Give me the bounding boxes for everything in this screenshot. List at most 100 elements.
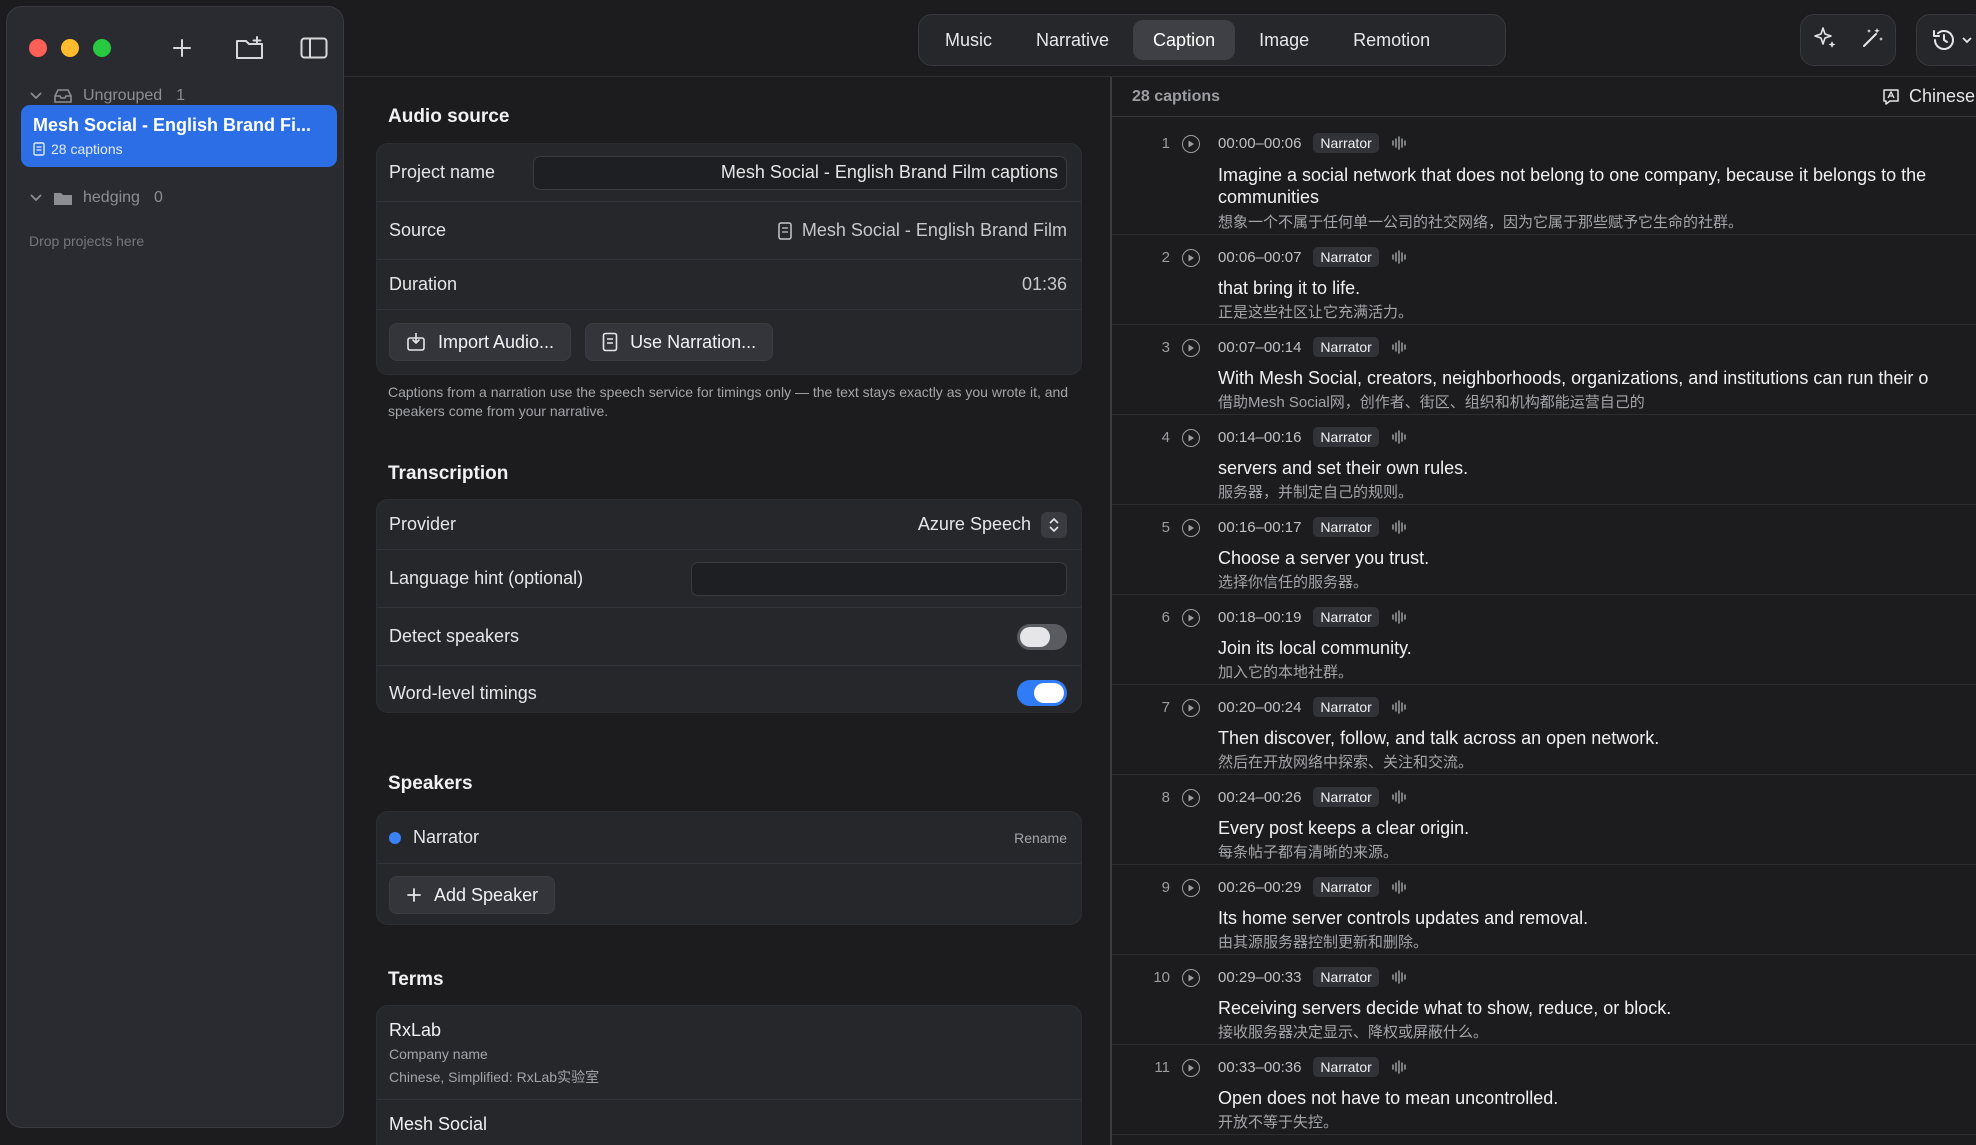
- add-speaker-button[interactable]: Add Speaker: [389, 876, 556, 914]
- caption-translation[interactable]: 然后在开放网络中探索、关注和交流。: [1218, 751, 1473, 772]
- use-narration-button[interactable]: Use Narration...: [585, 323, 774, 361]
- caption-text[interactable]: Choose a server you trust.: [1218, 547, 1429, 569]
- caption-translation[interactable]: 想象一个不属于任何单一公司的社交网络，因为它属于那些赋予它生命的社群。: [1218, 211, 1743, 232]
- caption-translation[interactable]: 正是这些社区让它充满活力。: [1218, 301, 1413, 322]
- magic-wand-button[interactable]: [1859, 25, 1885, 56]
- provider-select[interactable]: Azure Speech: [918, 511, 1067, 538]
- speaker-badge[interactable]: Narrator: [1313, 427, 1379, 447]
- play-caption-button[interactable]: [1182, 789, 1200, 807]
- caption-row[interactable]: 7 00:20–00:24 Narrator Then discover, follo…: [1112, 685, 1976, 775]
- speaker-badge[interactable]: Narrator: [1313, 1057, 1379, 1077]
- tab-image[interactable]: Image: [1239, 20, 1329, 60]
- tab-caption[interactable]: Caption: [1133, 20, 1236, 60]
- caption-translation[interactable]: 选择你信任的服务器。: [1218, 571, 1368, 592]
- caption-text[interactable]: Join its local community.: [1218, 637, 1412, 659]
- waveform-icon[interactable]: [1391, 430, 1407, 444]
- speaker-badge[interactable]: Narrator: [1313, 967, 1379, 987]
- play-caption-button[interactable]: [1182, 429, 1200, 447]
- caption-row[interactable]: 6 00:18–00:19 Narrator Join its local commu…: [1112, 595, 1976, 685]
- term-item[interactable]: RxLab Company name Chinese, Simplified: …: [377, 1006, 1081, 1100]
- caption-text[interactable]: communities: [1218, 186, 1319, 208]
- waveform-icon[interactable]: [1391, 520, 1407, 534]
- caption-translation[interactable]: 服务器，并制定自己的规则。: [1218, 481, 1413, 502]
- source-value[interactable]: Mesh Social - English Brand Film: [778, 220, 1067, 241]
- waveform-icon[interactable]: [1391, 340, 1407, 354]
- project-item-mesh-social[interactable]: Mesh Social - English Brand Fi... 28 cap…: [21, 105, 337, 167]
- speaker-badge[interactable]: Narrator: [1313, 787, 1379, 807]
- tab-music[interactable]: Music: [925, 20, 1012, 60]
- term-item[interactable]: Mesh Social: [377, 1100, 1081, 1145]
- caption-translation[interactable]: 借助Mesh Social网，创作者、街区、组织和机构都能运营自己的: [1218, 391, 1645, 412]
- waveform-icon[interactable]: [1391, 970, 1407, 984]
- language-hint-input[interactable]: [691, 561, 1067, 596]
- caption-time: 00:07–00:14: [1218, 338, 1302, 356]
- speaker-badge[interactable]: Narrator: [1313, 607, 1379, 627]
- caption-text[interactable]: Its home server controls updates and rem…: [1218, 907, 1588, 929]
- term-translation: Chinese, Simplified: RxLab实验室: [389, 1069, 600, 1085]
- caption-row[interactable]: 8 00:24–00:26 Narrator Every post keeps a c…: [1112, 775, 1976, 865]
- zoom-window-button[interactable]: [93, 39, 111, 57]
- caption-row[interactable]: 5 00:16–00:17 Narrator Choose a server you …: [1112, 505, 1976, 595]
- sparkles-button[interactable]: [1812, 25, 1838, 56]
- speaker-badge[interactable]: Narrator: [1313, 247, 1379, 267]
- tab-narrative[interactable]: Narrative: [1016, 20, 1129, 60]
- history-menu-button[interactable]: [1916, 14, 1976, 66]
- tab-remotion[interactable]: Remotion: [1333, 20, 1450, 60]
- caption-row[interactable]: 1 00:00–00:06 Narrator Imagine a social …: [1112, 121, 1976, 235]
- provider-stepper[interactable]: [1041, 511, 1067, 538]
- speaker-badge[interactable]: Narrator: [1313, 517, 1379, 537]
- play-caption-button[interactable]: [1182, 699, 1200, 717]
- waveform-icon[interactable]: [1391, 136, 1407, 150]
- caption-text[interactable]: Imagine a social network that does not b…: [1218, 164, 1926, 186]
- waveform-icon[interactable]: [1391, 700, 1407, 714]
- speaker-badge[interactable]: Narrator: [1313, 337, 1379, 357]
- caption-row[interactable]: 11 00:33–00:36 Narrator Open does not have …: [1112, 1045, 1976, 1135]
- group-ungrouped[interactable]: Ungrouped 1: [29, 87, 185, 105]
- speaker-badge[interactable]: Narrator: [1313, 877, 1379, 897]
- caption-text[interactable]: that bring it to life.: [1218, 277, 1360, 299]
- caption-text[interactable]: Every post keeps a clear origin.: [1218, 817, 1469, 839]
- caption-text[interactable]: servers and set their own rules.: [1218, 457, 1468, 479]
- import-audio-button[interactable]: Import Audio...: [389, 323, 572, 361]
- play-caption-button[interactable]: [1182, 969, 1200, 987]
- play-caption-button[interactable]: [1182, 135, 1200, 153]
- caption-row[interactable]: 9 00:26–00:29 Narrator Its home server cont…: [1112, 865, 1976, 955]
- detect-speakers-toggle[interactable]: [1017, 623, 1067, 650]
- waveform-icon[interactable]: [1391, 880, 1407, 894]
- speaker-badge[interactable]: Narrator: [1313, 697, 1379, 717]
- waveform-icon[interactable]: [1391, 610, 1407, 624]
- caption-row[interactable]: 4 00:14–00:16 Narrator servers and set thei…: [1112, 415, 1976, 505]
- waveform-icon[interactable]: [1391, 790, 1407, 804]
- caption-text[interactable]: Open does not have to mean uncontrolled.: [1218, 1087, 1558, 1109]
- caption-text[interactable]: With Mesh Social, creators, neighborhood…: [1218, 367, 1928, 389]
- word-timings-toggle[interactable]: [1017, 680, 1067, 706]
- minimize-window-button[interactable]: [61, 39, 79, 57]
- project-name-input[interactable]: [533, 155, 1067, 190]
- caption-translation[interactable]: 接收服务器决定显示、降权或屏蔽什么。: [1218, 1021, 1488, 1042]
- caption-translation[interactable]: 加入它的本地社群。: [1218, 661, 1353, 682]
- new-project-button[interactable]: [165, 31, 199, 65]
- toggle-sidebar-button[interactable]: [297, 31, 331, 65]
- new-folder-button[interactable]: [233, 31, 267, 65]
- play-caption-button[interactable]: [1182, 1059, 1200, 1077]
- caption-text[interactable]: Then discover, follow, and talk across a…: [1218, 727, 1659, 749]
- caption-translation[interactable]: 每条帖子都有清晰的来源。: [1218, 841, 1398, 862]
- caption-translation[interactable]: 开放不等于失控。: [1218, 1111, 1338, 1132]
- close-window-button[interactable]: [29, 39, 47, 57]
- translation-language-button[interactable]: Chinese, Sim: [1881, 86, 1976, 107]
- caption-row[interactable]: 2 00:06–00:07 Narrator that bring it to lif…: [1112, 235, 1976, 325]
- play-caption-button[interactable]: [1182, 879, 1200, 897]
- rename-speaker-button[interactable]: Rename: [1014, 830, 1067, 846]
- group-hedging[interactable]: hedging 0: [29, 189, 163, 207]
- waveform-icon[interactable]: [1391, 250, 1407, 264]
- caption-translation[interactable]: 由其源服务器控制更新和删除。: [1218, 931, 1428, 952]
- play-caption-button[interactable]: [1182, 519, 1200, 537]
- play-caption-button[interactable]: [1182, 249, 1200, 267]
- play-caption-button[interactable]: [1182, 609, 1200, 627]
- caption-row[interactable]: 10 00:29–00:33 Narrator Receiving servers d…: [1112, 955, 1976, 1045]
- caption-row[interactable]: 3 00:07–00:14 Narrator With Mesh Social, cr…: [1112, 325, 1976, 415]
- speaker-badge[interactable]: Narrator: [1313, 133, 1379, 153]
- play-caption-button[interactable]: [1182, 339, 1200, 357]
- waveform-icon[interactable]: [1391, 1060, 1407, 1074]
- caption-text[interactable]: Receiving servers decide what to show, r…: [1218, 997, 1671, 1019]
